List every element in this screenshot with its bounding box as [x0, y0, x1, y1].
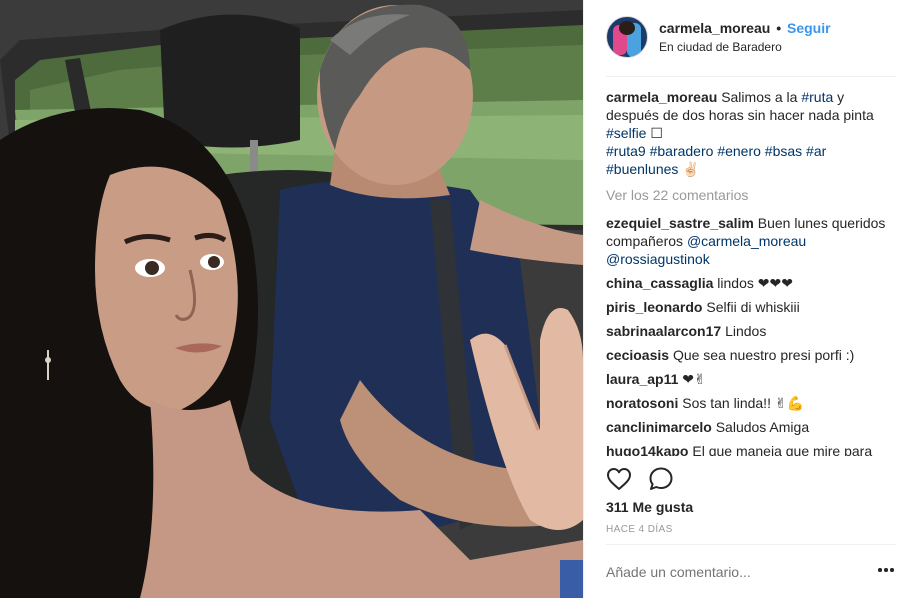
comment-text: lindos ❤❤❤ [717, 275, 793, 291]
comment-item: noratosoni Sos tan linda!! ✌💪 [606, 394, 897, 412]
comment-icon[interactable] [648, 466, 674, 492]
comment-username[interactable]: piris_leonardo [606, 299, 702, 315]
caption-box-glyph: ☐ [650, 125, 663, 141]
comment-item: hugo14kapo El que maneja que mire para [606, 442, 897, 456]
comment-text: Sos tan linda!! ✌💪 [682, 395, 805, 411]
add-comment-input[interactable] [606, 564, 856, 580]
follow-button[interactable]: Seguir [787, 20, 831, 36]
post-caption: carmela_moreau Salimos a la #ruta y desp… [606, 88, 897, 178]
like-count[interactable]: 311 Me gusta [606, 499, 693, 515]
header-separator: • [776, 20, 782, 36]
header-user-line: carmela_moreau • Seguir [659, 19, 831, 37]
caption-username[interactable]: carmela_moreau [606, 89, 717, 105]
comment-text: Lindos [725, 323, 767, 339]
comment-item: china_cassaglia lindos ❤❤❤ [606, 274, 897, 292]
hashtag-link[interactable]: #ar [806, 143, 826, 159]
footer-divider [606, 544, 896, 545]
post-header: carmela_moreau • Seguir En ciudad de Bar… [584, 0, 918, 76]
caption-text-1: Salimos a la [721, 89, 798, 105]
hashtag-link[interactable]: #baradero [650, 143, 714, 159]
comment-item: canclinimarcelo Saludos Amiga [606, 418, 897, 436]
comment-text: El que maneja que mire para [692, 443, 873, 456]
location-link[interactable]: En ciudad de Baradero [659, 40, 831, 55]
comment-username[interactable]: china_cassaglia [606, 275, 713, 291]
comment-item: piris_leonardo Selfii di whiskiii [606, 298, 897, 316]
comment-username[interactable]: cecioasis [606, 347, 669, 363]
selfie-car-photo [0, 0, 583, 598]
header-username[interactable]: carmela_moreau [659, 20, 770, 36]
hashtag-link[interactable]: #enero [717, 143, 761, 159]
comments-list[interactable]: carmela_moreau Salimos a la #ruta y desp… [606, 88, 897, 456]
comment-text: Que sea nuestro presi porfi :) [672, 347, 855, 363]
hashtag-link[interactable]: #selfie [606, 125, 646, 141]
view-all-comments-link[interactable]: Ver los 22 comentarios [606, 186, 897, 204]
hashtag-link[interactable]: #ruta9 [606, 143, 646, 159]
header-user-block: carmela_moreau • Seguir En ciudad de Bar… [659, 19, 831, 55]
post-side-panel: carmela_moreau • Seguir En ciudad de Bar… [583, 0, 918, 598]
heart-icon[interactable] [606, 466, 632, 492]
comment-text: Selfii di whiskiii [706, 299, 800, 315]
caption-emoji: ✌🏻 [682, 161, 700, 177]
hashtag-link[interactable]: #buenlunes [606, 161, 678, 177]
comment-username[interactable]: noratosoni [606, 395, 678, 411]
comment-username[interactable]: ezequiel_sastre_salim [606, 215, 754, 231]
more-options-icon[interactable] [878, 568, 894, 574]
hashtag-link[interactable]: #ruta [801, 89, 833, 105]
comment-item: ezequiel_sastre_salim Buen lunes querido… [606, 214, 897, 268]
post-actions [606, 466, 686, 492]
comment-username[interactable]: canclinimarcelo [606, 419, 712, 435]
post-timestamp[interactable]: HACE 4 DÍAS [606, 524, 673, 535]
comment-item: cecioasis Que sea nuestro presi porfi :) [606, 346, 897, 364]
post-photo[interactable] [0, 0, 583, 598]
hashtag-link[interactable]: #bsas [765, 143, 802, 159]
comment-text: ❤✌ [682, 371, 706, 387]
comment-text: Saludos Amiga [715, 419, 810, 435]
avatar[interactable] [606, 16, 648, 58]
header-divider [606, 76, 896, 77]
comment-username[interactable]: hugo14kapo [606, 443, 688, 456]
comment-item: sabrinaalarcon17 Lindos [606, 322, 897, 340]
comment-username[interactable]: sabrinaalarcon17 [606, 323, 721, 339]
comment-username[interactable]: laura_ap11 [606, 371, 678, 387]
comment-item: laura_ap11 ❤✌ [606, 370, 897, 388]
